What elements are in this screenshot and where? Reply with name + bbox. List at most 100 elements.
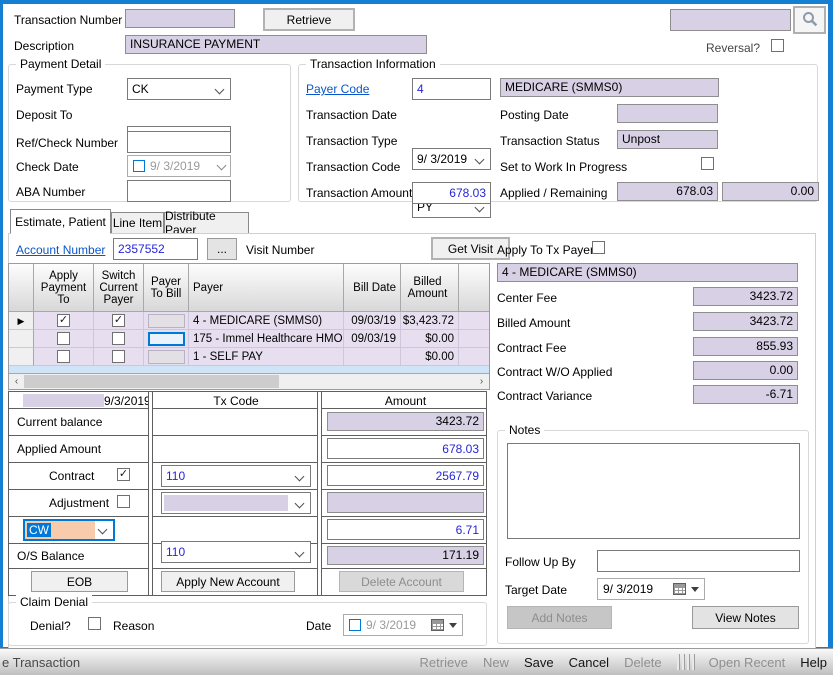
- payer-to-bill-cell[interactable]: [144, 330, 189, 348]
- billed-amount-cell[interactable]: $0.00: [401, 330, 459, 348]
- reversal-checkbox[interactable]: [771, 39, 784, 52]
- statusbar-help-button[interactable]: Help: [800, 655, 827, 670]
- transaction-window: Transaction Number Retrieve Description …: [0, 0, 833, 675]
- table-horizontal-scrollbar[interactable]: ‹ ›: [9, 374, 489, 389]
- apply-checkbox[interactable]: [57, 314, 70, 327]
- switch-checkbox[interactable]: [112, 350, 125, 363]
- tab-estimate-patient[interactable]: Estimate, Patient: [10, 209, 111, 234]
- denial-date-picker[interactable]: 9/ 3/2019: [343, 614, 463, 636]
- denial-checkbox[interactable]: [88, 617, 101, 630]
- contract-amount-input[interactable]: 2567.79: [327, 465, 484, 486]
- scroll-right-icon[interactable]: ›: [474, 374, 489, 389]
- current-balance-field: 3423.72: [327, 412, 484, 431]
- scrollbar-thumb[interactable]: [24, 375, 279, 388]
- payer-to-bill-box[interactable]: [148, 314, 185, 328]
- aba-number-input[interactable]: [127, 180, 231, 202]
- contract-checkbox[interactable]: [117, 468, 130, 481]
- bill-date-cell[interactable]: 09/03/19: [344, 330, 401, 348]
- table-row[interactable]: 1 - SELF PAY $0.00: [9, 348, 489, 366]
- payer-code-link[interactable]: Payer Code: [306, 82, 369, 96]
- writeoff-type-inner: CW: [25, 521, 95, 539]
- wip-checkbox[interactable]: [701, 157, 714, 170]
- transaction-date-select[interactable]: 9/ 3/2019: [412, 148, 491, 170]
- transaction-type-label: Transaction Type: [306, 134, 397, 148]
- payer-cell[interactable]: 4 - MEDICARE (SMMS0): [189, 312, 344, 330]
- billed-amount-cell[interactable]: $0.00: [401, 348, 459, 366]
- posting-date-field: [617, 104, 718, 123]
- applied-amount-input[interactable]: 678.03: [327, 438, 484, 459]
- switch-cell[interactable]: [94, 330, 144, 348]
- switch-checkbox[interactable]: [112, 314, 125, 327]
- statusbar-open-recent-button[interactable]: Open Recent: [709, 655, 786, 670]
- follow-up-by-input[interactable]: [597, 550, 800, 572]
- payer-cell[interactable]: 1 - SELF PAY: [189, 348, 344, 366]
- statusbar-new-button[interactable]: New: [483, 655, 509, 670]
- grid-divider: [317, 392, 322, 595]
- account-number-input[interactable]: 2357552: [113, 238, 198, 260]
- payer-code-input[interactable]: 4: [412, 78, 491, 100]
- chevron-down-icon: [98, 524, 108, 534]
- view-notes-button[interactable]: View Notes: [692, 606, 799, 629]
- bill-date-cell[interactable]: 09/03/19: [344, 312, 401, 330]
- bill-date-cell[interactable]: [344, 348, 401, 366]
- apply-checkbox[interactable]: [57, 332, 70, 345]
- payer-to-bill-cell[interactable]: [144, 348, 189, 366]
- switch-cell[interactable]: [94, 312, 144, 330]
- transaction-number-input[interactable]: [125, 9, 235, 28]
- billed-amount-cell[interactable]: $3,423.72: [401, 312, 459, 330]
- aba-number-label: ABA Number: [16, 185, 85, 199]
- table-row[interactable]: 175 - Immel Healthcare HMO 09/03/19 $0.0…: [9, 330, 489, 348]
- search-input[interactable]: [670, 9, 791, 31]
- account-number-link[interactable]: Account Number: [16, 243, 105, 257]
- notes-textarea[interactable]: [507, 443, 800, 539]
- contract-code-select[interactable]: 110: [161, 465, 311, 487]
- ref-check-number-input[interactable]: [127, 131, 231, 153]
- table-row[interactable]: ▶ 4 - MEDICARE (SMMS0) 09/03/19 $3,423.7…: [9, 312, 489, 330]
- payer-to-bill-box-focused[interactable]: [148, 332, 185, 346]
- statusbar-retrieve-button[interactable]: Retrieve: [420, 655, 468, 670]
- switch-cell[interactable]: [94, 348, 144, 366]
- payer-to-bill-cell[interactable]: [144, 312, 189, 330]
- payer-header: Payer: [189, 264, 344, 312]
- chevron-down-icon: [295, 472, 305, 482]
- contract-variance-field: -6.71: [693, 385, 798, 404]
- eob-button[interactable]: EOB: [31, 571, 128, 592]
- statusbar-delete-button[interactable]: Delete: [624, 655, 662, 670]
- adjustment-checkbox[interactable]: [117, 495, 130, 508]
- contract-variance-label: Contract Variance: [497, 389, 592, 403]
- tab-distribute-payer[interactable]: Distribute Payer: [164, 212, 249, 234]
- payment-type-select[interactable]: CK: [127, 78, 231, 100]
- adjustment-label: Adjustment: [49, 496, 109, 510]
- adjustment-code-select[interactable]: [161, 492, 311, 514]
- payer-to-bill-box[interactable]: [148, 350, 185, 364]
- retrieve-button[interactable]: Retrieve: [263, 8, 355, 31]
- transaction-amount-input[interactable]: 678.03: [412, 182, 491, 204]
- apply-checkbox[interactable]: [57, 350, 70, 363]
- apply-new-account-button[interactable]: Apply New Account: [161, 571, 295, 592]
- apply-cell[interactable]: [34, 312, 94, 330]
- search-button[interactable]: [793, 6, 826, 34]
- payer-cell[interactable]: 175 - Immel Healthcare HMO: [189, 330, 344, 348]
- statusbar-cancel-button[interactable]: Cancel: [569, 655, 609, 670]
- target-date-picker[interactable]: 9/ 3/2019: [597, 578, 705, 600]
- denial-date-checkbox[interactable]: [349, 619, 361, 631]
- apply-cell[interactable]: [34, 348, 94, 366]
- current-balance-row: Current balance 3423.72: [9, 409, 486, 436]
- row-selector-arrow-icon: ▶: [9, 312, 34, 330]
- check-date-picker[interactable]: 9/ 3/2019: [127, 155, 231, 177]
- check-date-checkbox[interactable]: [133, 160, 145, 172]
- apply-tx-payer-checkbox[interactable]: [592, 241, 605, 254]
- account-lookup-button[interactable]: ...: [207, 238, 237, 260]
- wip-label: Set to Work In Progress: [500, 160, 627, 174]
- writeoff-type-select[interactable]: CW: [23, 519, 115, 541]
- apply-cell[interactable]: [34, 330, 94, 348]
- scroll-left-icon[interactable]: ‹: [9, 374, 24, 389]
- partial-column-header: [459, 264, 489, 312]
- delete-account-button[interactable]: Delete Account: [339, 571, 464, 592]
- writeoff-amount-input[interactable]: 6.71: [327, 519, 484, 540]
- reversal-label: Reversal?: [706, 41, 760, 55]
- add-notes-button[interactable]: Add Notes: [507, 606, 612, 629]
- statusbar-save-button[interactable]: Save: [524, 655, 554, 670]
- tab-line-item[interactable]: Line Item: [111, 212, 164, 234]
- switch-checkbox[interactable]: [112, 332, 125, 345]
